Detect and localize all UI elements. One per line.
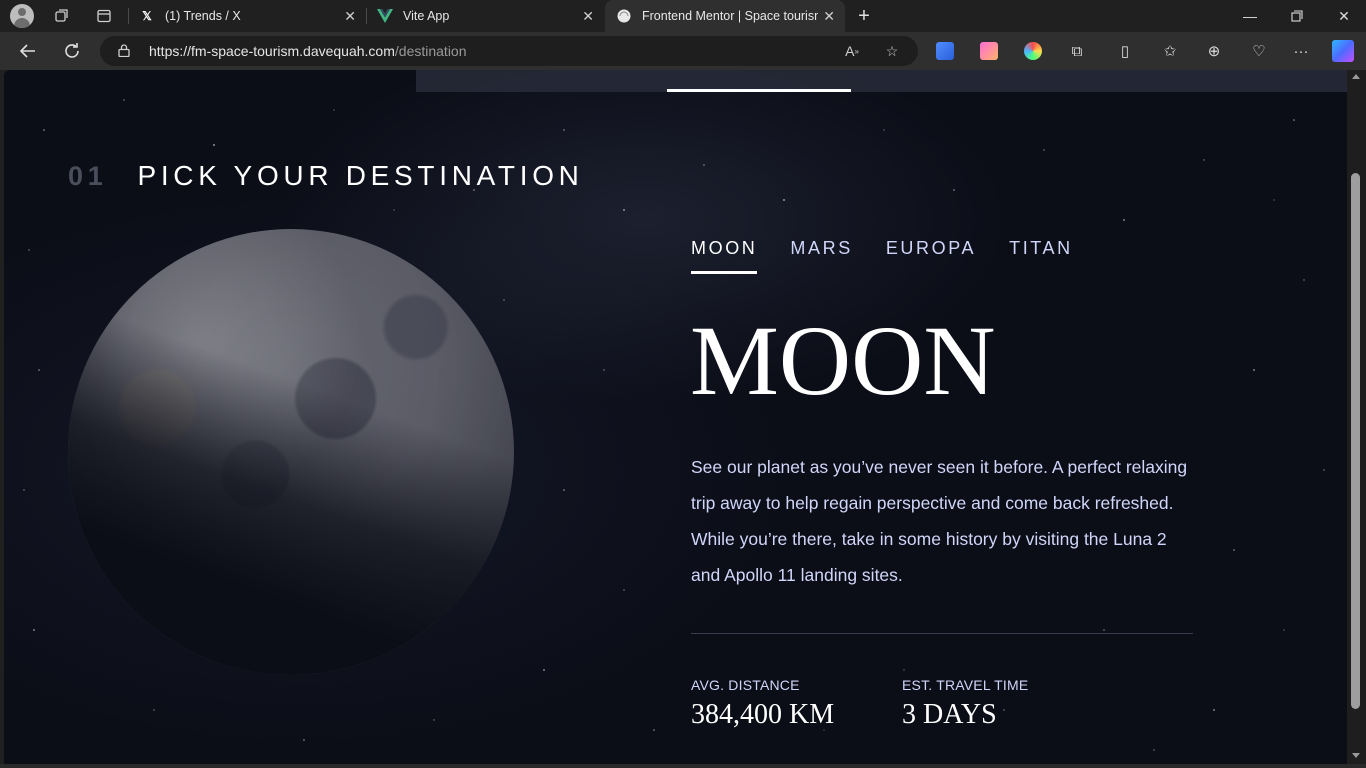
- favorite-star-icon[interactable]: ☆: [882, 41, 902, 61]
- page-heading: 01 PICK YOUR DESTINATION: [68, 160, 584, 192]
- page-title: PICK YOUR DESTINATION: [137, 160, 584, 191]
- performance-heart-icon[interactable]: ♡: [1248, 40, 1270, 62]
- minimize-button[interactable]: —: [1238, 4, 1262, 28]
- tab-title: Vite App: [403, 9, 450, 23]
- close-tab-icon[interactable]: ✕: [823, 8, 835, 25]
- url-host: https://fm-space-tourism.davequah.com: [149, 43, 395, 59]
- destination-name: MOON: [690, 305, 996, 416]
- globe-icon: [616, 8, 632, 24]
- close-tab-icon[interactable]: ✕: [344, 8, 356, 25]
- tab-actions-icon[interactable]: [92, 4, 116, 28]
- x-logo-icon: 𝕏: [142, 9, 152, 23]
- stat-label: EST. TRAVEL TIME: [902, 677, 1029, 693]
- page-viewport: 01 PICK YOUR DESTINATION MOON MARS EUROP…: [4, 70, 1347, 764]
- close-tab-icon[interactable]: ✕: [582, 8, 594, 25]
- browser-tab-vite[interactable]: Vite App ✕: [368, 0, 604, 32]
- scroll-down-arrow-icon[interactable]: [1352, 753, 1360, 758]
- tab-mars[interactable]: MARS: [790, 238, 852, 274]
- address-bar[interactable]: https://fm-space-tourism.davequah.com/de…: [100, 36, 918, 66]
- url-text: https://fm-space-tourism.davequah.com/de…: [149, 43, 467, 59]
- profile-avatar[interactable]: [10, 4, 34, 28]
- back-arrow-icon[interactable]: [16, 39, 40, 63]
- copilot-icon[interactable]: [1332, 40, 1354, 62]
- vue-logo-icon: [377, 8, 393, 24]
- restore-button[interactable]: [1285, 4, 1309, 28]
- split-screen-icon[interactable]: ▯: [1114, 40, 1136, 62]
- extension-icon[interactable]: [980, 42, 998, 60]
- nav-header-strip: [416, 70, 1347, 92]
- extensions-puzzle-icon[interactable]: ⧉: [1066, 40, 1088, 62]
- address-toolbar: https://fm-space-tourism.davequah.com/de…: [0, 32, 1366, 70]
- favorites-icon[interactable]: ✩: [1159, 40, 1181, 62]
- vertical-scrollbar[interactable]: [1347, 70, 1366, 764]
- tab-title: (1) Trends / X: [165, 9, 241, 23]
- tab-titan[interactable]: TITAN: [1009, 238, 1073, 274]
- url-path: /destination: [394, 43, 467, 59]
- browser-tab-trends[interactable]: 𝕏 (1) Trends / X ✕: [130, 0, 366, 32]
- extension-icon[interactable]: [1024, 42, 1042, 60]
- tab-europa[interactable]: EUROPA: [886, 238, 976, 274]
- avg-distance-stat: AVG. DISTANCE 384,400 KM: [691, 677, 834, 731]
- read-aloud-icon[interactable]: A»: [842, 41, 862, 61]
- collections-icon[interactable]: ⊕: [1203, 40, 1225, 62]
- travel-time-stat: EST. TRAVEL TIME 3 DAYS: [902, 677, 1028, 731]
- more-options-icon[interactable]: ···: [1290, 40, 1312, 62]
- tab-moon[interactable]: MOON: [691, 238, 758, 274]
- refresh-icon[interactable]: [60, 39, 84, 63]
- window-bottom-edge: [0, 764, 1366, 768]
- lock-icon[interactable]: [118, 44, 130, 58]
- heading-number: 01: [68, 161, 108, 191]
- close-window-button[interactable]: ✕: [1332, 4, 1356, 28]
- scroll-thumb[interactable]: [1351, 173, 1360, 709]
- browser-tab-frontend-mentor[interactable]: Frontend Mentor | Space tourism ✕: [605, 0, 845, 32]
- destination-description: See our planet as you’ve never seen it b…: [691, 457, 1188, 585]
- nav-active-indicator: [667, 89, 851, 92]
- tab-title: Frontend Mentor | Space tourism: [642, 9, 818, 23]
- browser-tab-bar: 𝕏 (1) Trends / X ✕ Vite App ✕ Frontend M…: [0, 0, 1366, 32]
- workspaces-icon[interactable]: [50, 4, 74, 28]
- moon-shadow: [68, 229, 514, 675]
- new-tab-button[interactable]: +: [852, 4, 876, 28]
- extension-icon[interactable]: [936, 42, 954, 60]
- divider: [691, 633, 1193, 634]
- scroll-up-arrow-icon[interactable]: [1352, 74, 1360, 79]
- stat-value: 384,400 KM: [691, 699, 835, 730]
- stat-label: AVG. DISTANCE: [691, 677, 800, 693]
- destination-tabs: MOON MARS EUROPA TITAN: [691, 238, 1106, 274]
- stat-value: 3 DAYS: [902, 699, 997, 730]
